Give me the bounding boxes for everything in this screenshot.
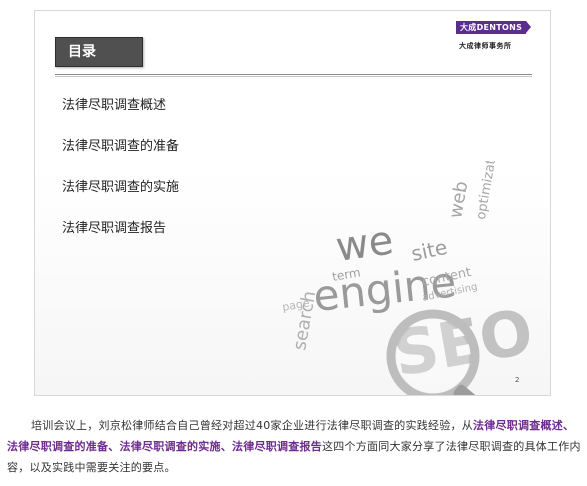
caption-intro: 培训会议上，刘京松律师结合自己曾经对超过40家企业进行法律尽职调查的实践经验，从 bbox=[31, 419, 473, 432]
caption-separator: 、 bbox=[220, 440, 232, 453]
agenda-item: 法律尽职调查概述 bbox=[62, 98, 167, 113]
header-divider-shadow bbox=[55, 76, 532, 77]
caption-separator: 、 bbox=[563, 419, 575, 432]
caption-separator: 、 bbox=[108, 440, 120, 453]
caption-topic: 法律尽职调查报告 bbox=[232, 440, 322, 453]
dentons-logo: 大成DENTONS bbox=[456, 21, 526, 34]
art-word: we bbox=[333, 217, 396, 271]
page-number: 2 bbox=[515, 376, 520, 384]
agenda-list: 法律尽职调查概述 法律尽职调查的准备 法律尽职调查的实施 法律尽职调查报告 bbox=[62, 97, 179, 261]
presentation-slide: 目录 大成DENTONS 大成律师事务所 法律尽职调查概述 法律尽职调查的准备 … bbox=[34, 10, 551, 396]
art-word: web bbox=[445, 180, 472, 220]
art-word: optimization bbox=[474, 161, 503, 221]
caption-topic: 法律尽职调查的准备 bbox=[7, 440, 109, 453]
agenda-item: 法律尽职调查的准备 bbox=[62, 139, 180, 154]
seo-word-cloud-image: we engine site content search SEO term p… bbox=[281, 161, 538, 395]
agenda-item: 法律尽职调查报告 bbox=[62, 221, 167, 236]
logo-subtitle: 大成律师事务所 bbox=[459, 42, 512, 50]
caption-topic: 法律尽职调查概述 bbox=[473, 419, 563, 432]
caption-topic: 法律尽职调查的实施 bbox=[119, 440, 221, 453]
agenda-item: 法律尽职调查的实施 bbox=[62, 180, 180, 195]
header-divider bbox=[55, 74, 532, 75]
slide-title: 目录 bbox=[55, 37, 143, 67]
logo-arrow-tip bbox=[526, 21, 531, 33]
caption-paragraph: 培训会议上，刘京松律师结合自己曾经对超过40家企业进行法律尽职调查的实践经验，从… bbox=[7, 415, 581, 478]
